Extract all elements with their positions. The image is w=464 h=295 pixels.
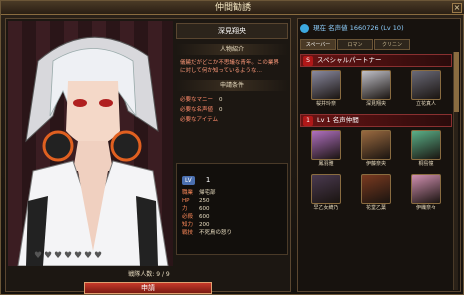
apply-button[interactable]: 申請 xyxy=(84,282,212,294)
lv1-partner-grid: 鳳羽雅 伊藤奈央 桐島憧早乙女綺乃 花堂乙葉 伊織奈々 xyxy=(300,130,452,216)
partner-name: 立花真人 xyxy=(415,101,436,107)
section-badge: 1 xyxy=(303,116,313,126)
heart-icon: ♥ xyxy=(64,251,73,261)
window-titlebar: 仲間勧誘 × xyxy=(1,1,464,15)
partner-name: 桐島憧 xyxy=(418,161,434,167)
character-info: 深見翔央 人物紹介 儀饒だがどこか不思議な青年。この業界に対して何か知っているよ… xyxy=(176,23,288,125)
stat-row: 知力 200 xyxy=(182,222,210,228)
partner-card[interactable]: 鳳羽雅 xyxy=(303,130,349,172)
fame-status: 現在 名声値 1660726 (Lv 10) xyxy=(300,22,460,34)
heart-icon: ♥ xyxy=(44,251,53,261)
scroll-thumb[interactable] xyxy=(454,52,459,112)
partner-thumbnail xyxy=(311,130,341,160)
stat-row: 必殺 600 xyxy=(182,214,210,220)
condition-row: 必要なマニー 0 xyxy=(180,97,223,103)
conditions-header: 申請条件 xyxy=(176,80,288,91)
level-value: 1 xyxy=(205,176,211,184)
partner-name: 早乙女綺乃 xyxy=(313,205,339,211)
partner-name: 深見翔央 xyxy=(365,101,386,107)
category-tabs: スペーバー ロマン クリニン xyxy=(300,39,410,50)
condition-row: 必要なアイテム xyxy=(180,117,218,123)
stat-row: 職業 帰宅部 xyxy=(182,190,216,196)
section-badge: S xyxy=(303,56,313,66)
profile-text: 儀饒だがどこか不思議な青年。この業界に対して何か知っているような… xyxy=(180,60,279,74)
partner-name: 花堂乙葉 xyxy=(365,205,386,211)
partner-card[interactable]: 立花真人 xyxy=(403,70,449,112)
partner-name: 桜井玲奈 xyxy=(315,101,336,107)
level-badge: LV xyxy=(182,176,195,185)
partner-thumbnail xyxy=(361,130,391,160)
partner-name: 伊藤奈央 xyxy=(365,161,386,167)
partner-card[interactable]: 伊織奈々 xyxy=(403,174,449,216)
partner-thumbnail xyxy=(311,174,341,204)
stat-row: HP 250 xyxy=(182,198,210,204)
window-title: 仲間勧誘 xyxy=(214,3,251,13)
stat-row: 戦技 不死鳥の怒り xyxy=(182,230,233,236)
partner-thumbnail xyxy=(411,174,441,204)
tab-special[interactable]: スペーバー xyxy=(300,39,336,50)
list-scrollbar[interactable] xyxy=(453,52,459,290)
partner-card[interactable]: 伊藤奈央 xyxy=(353,130,399,172)
heart-icon: ♥ xyxy=(54,251,63,261)
character-name: 深見翔央 xyxy=(176,23,288,39)
portrait-background xyxy=(8,21,173,266)
partner-card[interactable]: 桜井玲奈 xyxy=(303,70,349,112)
partner-name: 鳳羽雅 xyxy=(318,161,334,167)
condition-row: 必要な名声値 0 xyxy=(180,107,223,113)
partner-list[interactable]: S スペシャルパートナー 桜井玲奈 深見翔央 立花真人 1 Lv 1 名声仲間 鳳羽雅伊… xyxy=(300,52,452,290)
partner-card[interactable]: 花堂乙葉 xyxy=(353,174,399,216)
conditions-list: 必要なマニー 0 必要な名声値 0 必要なアイテム xyxy=(176,95,288,125)
partner-thumbnail xyxy=(311,70,341,100)
close-button[interactable]: × xyxy=(452,3,462,13)
heart-icon: ♥ xyxy=(84,251,93,261)
tab-roman[interactable]: ロマン xyxy=(337,39,373,50)
recruit-window: 仲間勧誘 × ♥ ♥ ♥ ♥ ♥ ♥ ♥ 深見翔央 人物紹介 儀饒だがどこか不思… xyxy=(0,0,464,295)
partner-thumbnail xyxy=(361,70,391,100)
special-partner-grid: 桜井玲奈 深見翔央 立花真人 xyxy=(300,70,452,112)
partner-card[interactable]: 早乙女綺乃 xyxy=(303,174,349,216)
special-section-header: S スペシャルパートナー xyxy=(300,54,452,67)
partner-thumbnail xyxy=(361,174,391,204)
fame-label: 現在 名声値 1660726 (Lv 10) xyxy=(313,24,404,32)
stats-box: LV 1 職業 帰宅部 HP 250 力 600 必殺 600 知力 200 戦技 不死鳥の… xyxy=(176,163,288,255)
partner-card[interactable]: 深見翔央 xyxy=(353,70,399,112)
heart-icon: ♥ xyxy=(34,251,43,261)
heart-icon: ♥ xyxy=(74,251,83,261)
character-panel: ♥ ♥ ♥ ♥ ♥ ♥ ♥ 深見翔央 人物紹介 儀饒だがどこか不思議な青年。この… xyxy=(5,18,291,294)
partner-name: 伊織奈々 xyxy=(415,205,436,211)
lv1-section-header: 1 Lv 1 名声仲間 xyxy=(300,114,452,127)
tab-clinic[interactable]: クリニン xyxy=(374,39,410,50)
team-count: 戦隊人数: 9 / 9 xyxy=(128,271,170,278)
partner-card[interactable]: 桐島憧 xyxy=(403,130,449,172)
partner-thumbnail xyxy=(411,130,441,160)
affection-hearts: ♥ ♥ ♥ ♥ ♥ ♥ ♥ xyxy=(34,251,103,261)
character-portrait xyxy=(17,36,169,266)
profile-header: 人物紹介 xyxy=(176,44,288,55)
heart-icon: ♥ xyxy=(94,251,103,261)
stat-row: 力 600 xyxy=(182,206,210,212)
partner-list-panel: 現在 名声値 1660726 (Lv 10) スペーバー ロマン クリニン Sス… xyxy=(297,18,461,292)
fame-icon xyxy=(300,23,309,33)
partner-thumbnail xyxy=(411,70,441,100)
